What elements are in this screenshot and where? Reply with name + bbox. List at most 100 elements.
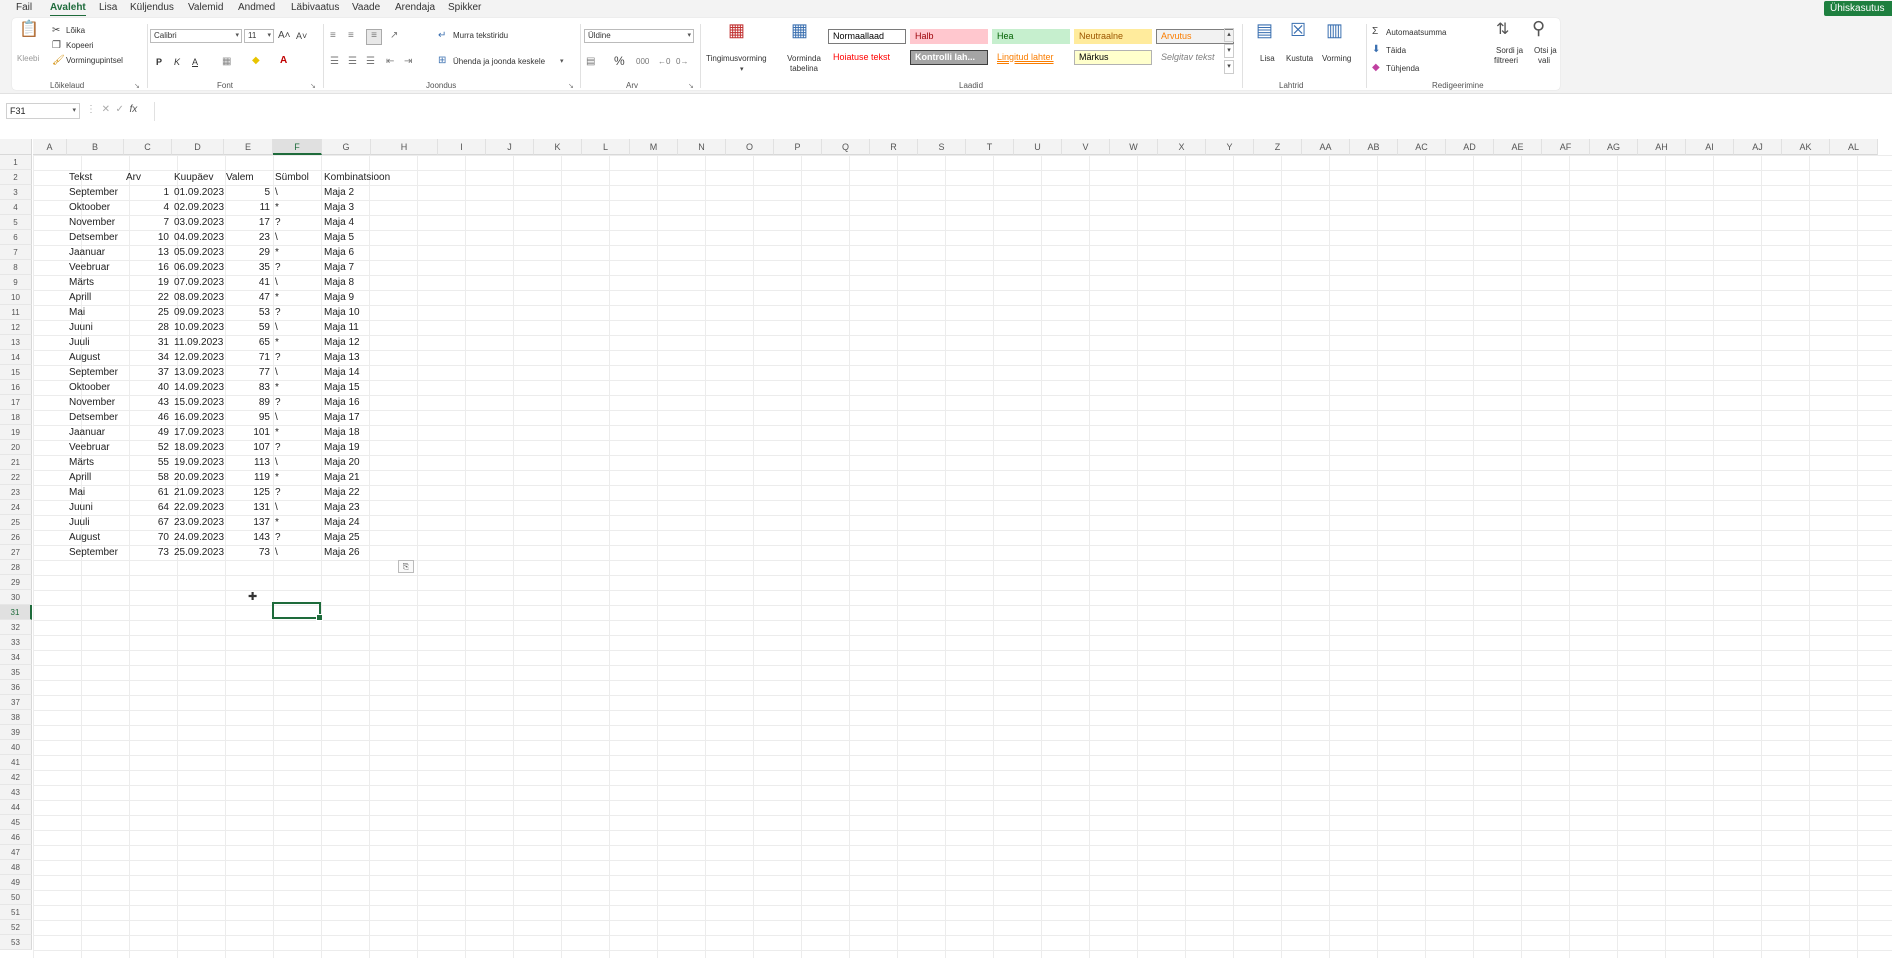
column-header-v[interactable]: V xyxy=(1062,139,1110,155)
format-cells-button[interactable]: Vorming xyxy=(1322,54,1351,64)
row-header[interactable]: 25 xyxy=(0,515,32,530)
column-header-m[interactable]: M xyxy=(630,139,678,155)
format-painter-button[interactable]: Vormingupintsel xyxy=(66,56,123,66)
row-header[interactable]: 23 xyxy=(0,485,32,500)
column-header-d[interactable]: D xyxy=(172,139,224,155)
find-select-button-line1[interactable]: Otsi ja xyxy=(1534,46,1557,56)
clear-button[interactable]: Tühjenda xyxy=(1386,64,1419,74)
function-icon[interactable]: fx xyxy=(129,104,137,115)
autosum-button[interactable]: Automaatsumma xyxy=(1386,28,1446,38)
column-header-f[interactable]: F xyxy=(273,139,322,155)
row-header[interactable]: 26 xyxy=(0,530,32,545)
row-header[interactable]: 46 xyxy=(0,830,32,845)
row-header[interactable]: 47 xyxy=(0,845,32,860)
align-middle-icon[interactable]: ≡ xyxy=(348,30,354,42)
cell-style-option[interactable]: Halb xyxy=(910,29,988,44)
cell-style-option[interactable]: Hoiatuse tekst xyxy=(828,50,906,65)
column-header-ag[interactable]: AG xyxy=(1590,139,1638,155)
alignment-launcher-icon[interactable]: ↘ xyxy=(568,82,574,90)
column-header-ae[interactable]: AE xyxy=(1494,139,1542,155)
cell-style-option[interactable]: Arvutus xyxy=(1156,29,1234,44)
row-header[interactable]: 51 xyxy=(0,905,32,920)
row-header[interactable]: 12 xyxy=(0,320,32,335)
paste-button[interactable]: Kleebi xyxy=(17,54,39,64)
sort-filter-button-line2[interactable]: filtreeri xyxy=(1494,56,1518,66)
row-header[interactable]: 45 xyxy=(0,815,32,830)
italic-button[interactable]: K xyxy=(174,57,180,67)
fill-button[interactable]: Täida xyxy=(1386,46,1406,56)
column-header-q[interactable]: Q xyxy=(822,139,870,155)
share-button[interactable]: Ühiskasutus xyxy=(1824,1,1892,16)
column-header-g[interactable]: G xyxy=(322,139,371,155)
row-header[interactable]: 13 xyxy=(0,335,32,350)
comma-style-icon[interactable]: 000 xyxy=(636,56,649,68)
column-header-aa[interactable]: AA xyxy=(1302,139,1350,155)
column-header-t[interactable]: T xyxy=(966,139,1014,155)
active-cell-selection[interactable] xyxy=(272,602,323,621)
gallery-scroll-up-icon[interactable]: ▴ xyxy=(1224,28,1234,42)
paste-options-icon[interactable]: ⎘ xyxy=(398,560,414,573)
row-header[interactable]: 28 xyxy=(0,560,32,575)
increase-decimal-icon[interactable]: ←0 xyxy=(658,56,670,68)
row-header[interactable]: 35 xyxy=(0,665,32,680)
menu-tab-5[interactable]: Andmed xyxy=(238,2,275,14)
enter-icon[interactable]: ✓ xyxy=(116,104,124,115)
column-header-k[interactable]: K xyxy=(534,139,582,155)
row-header[interactable]: 29 xyxy=(0,575,32,590)
row-header[interactable]: 37 xyxy=(0,695,32,710)
row-header[interactable]: 16 xyxy=(0,380,32,395)
row-header[interactable]: 39 xyxy=(0,725,32,740)
column-header-u[interactable]: U xyxy=(1014,139,1062,155)
cell-style-option[interactable]: Kontrolli lah... xyxy=(910,50,988,65)
column-header-c[interactable]: C xyxy=(124,139,172,155)
align-center-icon[interactable]: ☰ xyxy=(348,56,357,68)
menu-tab-9[interactable]: Spikker xyxy=(448,2,481,14)
wrap-text-button[interactable]: Murra tekstiridu xyxy=(453,31,508,41)
row-header[interactable]: 44 xyxy=(0,800,32,815)
column-header-ac[interactable]: AC xyxy=(1398,139,1446,155)
column-header-i[interactable]: I xyxy=(438,139,486,155)
find-select-button-line2[interactable]: vali xyxy=(1538,56,1550,66)
row-header[interactable]: 21 xyxy=(0,455,32,470)
copy-button[interactable]: Kopeeri xyxy=(66,41,94,51)
row-header[interactable]: 38 xyxy=(0,710,32,725)
column-header-ak[interactable]: AK xyxy=(1782,139,1830,155)
row-header[interactable]: 36 xyxy=(0,680,32,695)
delete-cells-button[interactable]: Kustuta xyxy=(1286,54,1313,64)
row-header[interactable]: 34 xyxy=(0,650,32,665)
menu-tab-7[interactable]: Vaade xyxy=(352,2,380,14)
row-header[interactable]: 50 xyxy=(0,890,32,905)
row-header[interactable]: 2 xyxy=(0,170,32,185)
column-header-ad[interactable]: AD xyxy=(1446,139,1494,155)
row-header[interactable]: 3 xyxy=(0,185,32,200)
align-left-icon[interactable]: ☰ xyxy=(330,56,339,68)
column-header-y[interactable]: Y xyxy=(1206,139,1254,155)
row-header[interactable]: 49 xyxy=(0,875,32,890)
cell-style-option[interactable]: Märkus xyxy=(1074,50,1152,65)
column-header-o[interactable]: O xyxy=(726,139,774,155)
column-header-b[interactable]: B xyxy=(67,139,124,155)
insert-cells-button[interactable]: Lisa xyxy=(1260,54,1275,64)
align-right-icon[interactable]: ☰ xyxy=(366,56,375,68)
row-header[interactable]: 1 xyxy=(0,155,32,170)
cell-style-option[interactable]: Neutraalne xyxy=(1074,29,1152,44)
cancel-icon[interactable]: ✕ xyxy=(102,104,110,115)
paste-icon[interactable]: 📋 xyxy=(18,22,40,46)
shrink-font-icon[interactable]: A˅ xyxy=(296,30,307,42)
merge-center-button[interactable]: Ühenda ja joonda keskele xyxy=(453,57,545,67)
row-header[interactable]: 4 xyxy=(0,200,32,215)
decrease-decimal-icon[interactable]: 0→ xyxy=(676,56,688,68)
cut-button[interactable]: Lõika xyxy=(66,26,85,36)
clipboard-launcher-icon[interactable]: ↘ xyxy=(134,82,140,90)
row-header[interactable]: 20 xyxy=(0,440,32,455)
row-header[interactable]: 42 xyxy=(0,770,32,785)
number-format-select[interactable]: Üldine ▾ xyxy=(584,29,694,43)
menu-tab-0[interactable]: Fail xyxy=(16,2,32,14)
row-header[interactable]: 10 xyxy=(0,290,32,305)
row-header[interactable]: 18 xyxy=(0,410,32,425)
row-header[interactable]: 48 xyxy=(0,860,32,875)
align-bottom-icon[interactable]: ≡ xyxy=(366,29,382,45)
gallery-scroll-down-icon[interactable]: ▾ xyxy=(1224,44,1234,58)
column-header-ab[interactable]: AB xyxy=(1350,139,1398,155)
cell-grid[interactable] xyxy=(33,155,1892,958)
